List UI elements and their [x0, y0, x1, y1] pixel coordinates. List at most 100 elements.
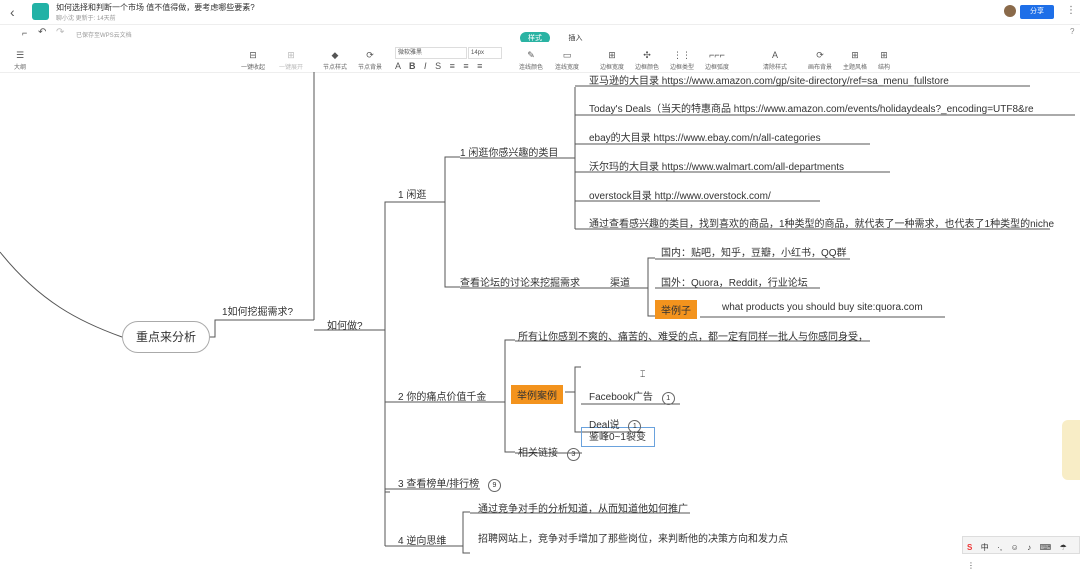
node-rankings[interactable]: 3 查看榜单/排行榜 9 — [398, 475, 501, 492]
align-center-icon[interactable]: ≡ — [463, 61, 468, 71]
avatar[interactable] — [1004, 5, 1016, 17]
apps-grid-icon[interactable]: ⋮⋮ — [1066, 5, 1080, 16]
case-deal-label: Deal说 — [589, 420, 620, 431]
node-case-facebook-ads[interactable]: Facebook广告 1 — [589, 388, 675, 405]
deal-badge[interactable]: 1 — [628, 420, 642, 433]
punctuation-icon[interactable]: ·, — [997, 543, 1002, 552]
collapse-all-button[interactable]: ⊟ 一键收起 — [241, 48, 265, 71]
node-channel[interactable]: 渠道 — [610, 274, 630, 289]
menu-icon[interactable]: ⋮ — [967, 561, 975, 570]
node-how-to[interactable]: 如何做? — [327, 317, 363, 332]
italic-icon[interactable]: I — [424, 61, 427, 71]
border-radius-button[interactable]: ⌐⌐⌐ 边框弧度 — [705, 48, 729, 71]
central-node[interactable]: 重点来分析 — [122, 321, 210, 353]
node-browse-categories[interactable]: 1 闲逛你感兴趣的类目 — [460, 144, 558, 159]
border-radius-icon: ⌐⌐⌐ — [709, 50, 725, 60]
expand-icon: ⊞ — [287, 50, 295, 60]
undo-icon[interactable]: ↶ — [38, 27, 46, 38]
node-walmart-directory[interactable]: 沃尔玛的大目录 https://www.walmart.com/all-depa… — [589, 158, 844, 173]
document-title[interactable]: 如何选择和判断一个市场 值不值得做，要考虑哪些要素? — [56, 2, 255, 13]
outline-button[interactable]: ☰ 大纲 — [14, 48, 26, 71]
node-ebay-directory[interactable]: ebay的大目录 https://www.ebay.com/n/all-cate… — [589, 129, 821, 144]
format-painter-icon[interactable]: ⌐ — [22, 28, 27, 38]
document-meta: 聊小沈 更新于: 14天前 — [56, 16, 116, 22]
node-niche-summary[interactable]: 通过查看感兴趣的类目，找到喜欢的商品，1种类型的商品，就代表了一种需求，也代表了… — [589, 215, 1054, 230]
collapse-label: 一键收起 — [241, 65, 266, 71]
clear-style-button[interactable]: A 清除样式 — [763, 48, 787, 71]
clear-style-label: 清除样式 — [763, 65, 788, 71]
node-competitor-analysis[interactable]: 通过竞争对手的分析知道，从而知道他如何推广 — [478, 500, 688, 515]
node-overstock-directory[interactable]: overstock目录 http://www.overstock.com/ — [589, 187, 771, 202]
node-case-deal[interactable]: Deal说 1 — [589, 416, 642, 433]
cursor-icon: ⌶ — [640, 369, 646, 379]
share-button[interactable]: 分享 — [1020, 5, 1054, 19]
strikethrough-icon[interactable]: S — [435, 61, 441, 71]
node-bg-button[interactable]: ⟳ 节点背景 — [358, 48, 382, 71]
floating-assistant-icon[interactable] — [1062, 420, 1080, 480]
tag-example[interactable]: 举例子 — [655, 300, 697, 319]
emoji-icon[interactable]: ☺ — [1011, 543, 1019, 552]
canvas-bg-label: 画布背景 — [808, 65, 833, 71]
font-family-select[interactable]: 微软雅黑 — [395, 47, 467, 59]
expand-all-button[interactable]: ⊞ 一键展开 — [279, 48, 303, 71]
mic-icon[interactable]: ♪ — [1027, 543, 1031, 552]
facebook-badge[interactable]: 1 — [661, 392, 675, 405]
border-width-button[interactable]: ⊞ 边框宽度 — [600, 48, 624, 71]
related-links-label: 相关链接 — [518, 448, 558, 459]
theme-style-button[interactable]: ⊞ 主题风格 — [843, 48, 867, 71]
node-quora-query[interactable]: what products you should buy site:quora.… — [722, 302, 923, 313]
node-related-links[interactable]: 相关链接 3 — [518, 444, 580, 461]
line-width-button[interactable]: ▭ 连线宽度 — [555, 48, 579, 71]
rankings-badge[interactable]: 9 — [487, 479, 501, 492]
structure-label: 结构 — [878, 65, 891, 71]
skin-icon[interactable]: ☂ — [1060, 543, 1067, 552]
node-browse[interactable]: 1 闲逛 — [398, 186, 426, 201]
mindmap-canvas[interactable]: 重点来分析 1如何挖掘需求? 如何做? 1 闲逛 1 闲逛你感兴趣的类目 亚马逊… — [0, 72, 1080, 555]
font-color-icon[interactable]: A — [395, 61, 401, 71]
node-forum-discussion[interactable]: 查看论坛的讨论来挖掘需求 — [460, 274, 580, 289]
border-type-button[interactable]: ⋮⋮ 边框类型 — [670, 48, 694, 71]
node-bg-icon: ⟳ — [366, 50, 374, 60]
related-links-badge[interactable]: 3 — [566, 448, 580, 461]
node-reverse-thinking[interactable]: 4 逆向思维 — [398, 532, 446, 547]
toolbar: ☰ 大纲 ⊟ 一键收起 ⊞ 一键展开 ◆ 节点样式 ⟳ 节点背景 微软雅黑 14px A … — [0, 42, 1080, 73]
line-width-label: 连线宽度 — [555, 65, 580, 71]
structure-icon: ⊞ — [880, 50, 888, 60]
redo-icon[interactable]: ↷ — [56, 27, 64, 38]
ime-mode[interactable]: 中 — [981, 543, 989, 552]
back-chevron-icon[interactable]: ‹ — [10, 4, 15, 20]
canvas-bg-icon: ⟳ — [816, 50, 824, 60]
font-size-select[interactable]: 14px — [468, 47, 502, 59]
font-format-buttons: A B I S ≡ ≡ ≡ — [395, 61, 482, 71]
align-left-icon[interactable]: ≡ — [450, 61, 455, 71]
bold-icon[interactable]: B — [409, 61, 416, 71]
border-color-button[interactable]: ✣ 边框颜色 — [635, 48, 659, 71]
node-pain-description[interactable]: 所有让你感到不爽的、痛苦的、难受的点，都一定有同样一批人与你感同身受， — [518, 328, 868, 343]
help-icon[interactable]: ? — [1070, 27, 1074, 36]
theme-style-icon: ⊞ — [851, 50, 859, 60]
line-color-icon: ✎ — [527, 50, 535, 60]
line-color-label: 连线颜色 — [519, 65, 544, 71]
node-amazon-directory[interactable]: 亚马逊的大目录 https://www.amazon.com/gp/site-d… — [589, 72, 949, 87]
align-right-icon[interactable]: ≡ — [477, 61, 482, 71]
line-color-button[interactable]: ✎ 连线颜色 — [519, 48, 543, 71]
keyboard-icon[interactable]: ⌨ — [1040, 543, 1052, 552]
node-recruitment-sites[interactable]: 招聘网站上，竞争对手增加了那些岗位，来判断他的决策方向和发力点 — [478, 530, 788, 545]
tag-case-study[interactable]: 举例案例 — [511, 385, 563, 404]
border-width-label: 边框宽度 — [600, 65, 625, 71]
app-logo-icon — [32, 3, 49, 20]
border-type-label: 边框类型 — [670, 65, 695, 71]
ime-tray[interactable]: S 中 ·, ☺ ♪ ⌨ ☂ ⋮ — [962, 536, 1080, 570]
clear-style-icon: A — [772, 50, 779, 60]
canvas-bg-button[interactable]: ⟳ 画布背景 — [808, 48, 832, 71]
save-status: 已保存至WPS云文档 — [76, 33, 132, 39]
node-dig-needs[interactable]: 1如何挖掘需求? — [222, 303, 293, 318]
node-todays-deals[interactable]: Today's Deals（当天的特惠商品 https://www.amazon… — [589, 100, 1034, 115]
node-domestic-forums[interactable]: 国内：贴吧，知乎，豆瓣，小红书，QQ群 — [661, 244, 847, 259]
node-style-label: 节点样式 — [323, 65, 348, 71]
node-foreign-forums[interactable]: 国外：Quora，Reddit，行业论坛 — [661, 274, 808, 289]
node-pain-points[interactable]: 2 你的痛点价值千金 — [398, 388, 486, 403]
outline-label: 大纲 — [14, 65, 27, 71]
node-style-button[interactable]: ◆ 节点样式 — [323, 48, 347, 71]
structure-button[interactable]: ⊞ 结构 — [878, 48, 890, 71]
